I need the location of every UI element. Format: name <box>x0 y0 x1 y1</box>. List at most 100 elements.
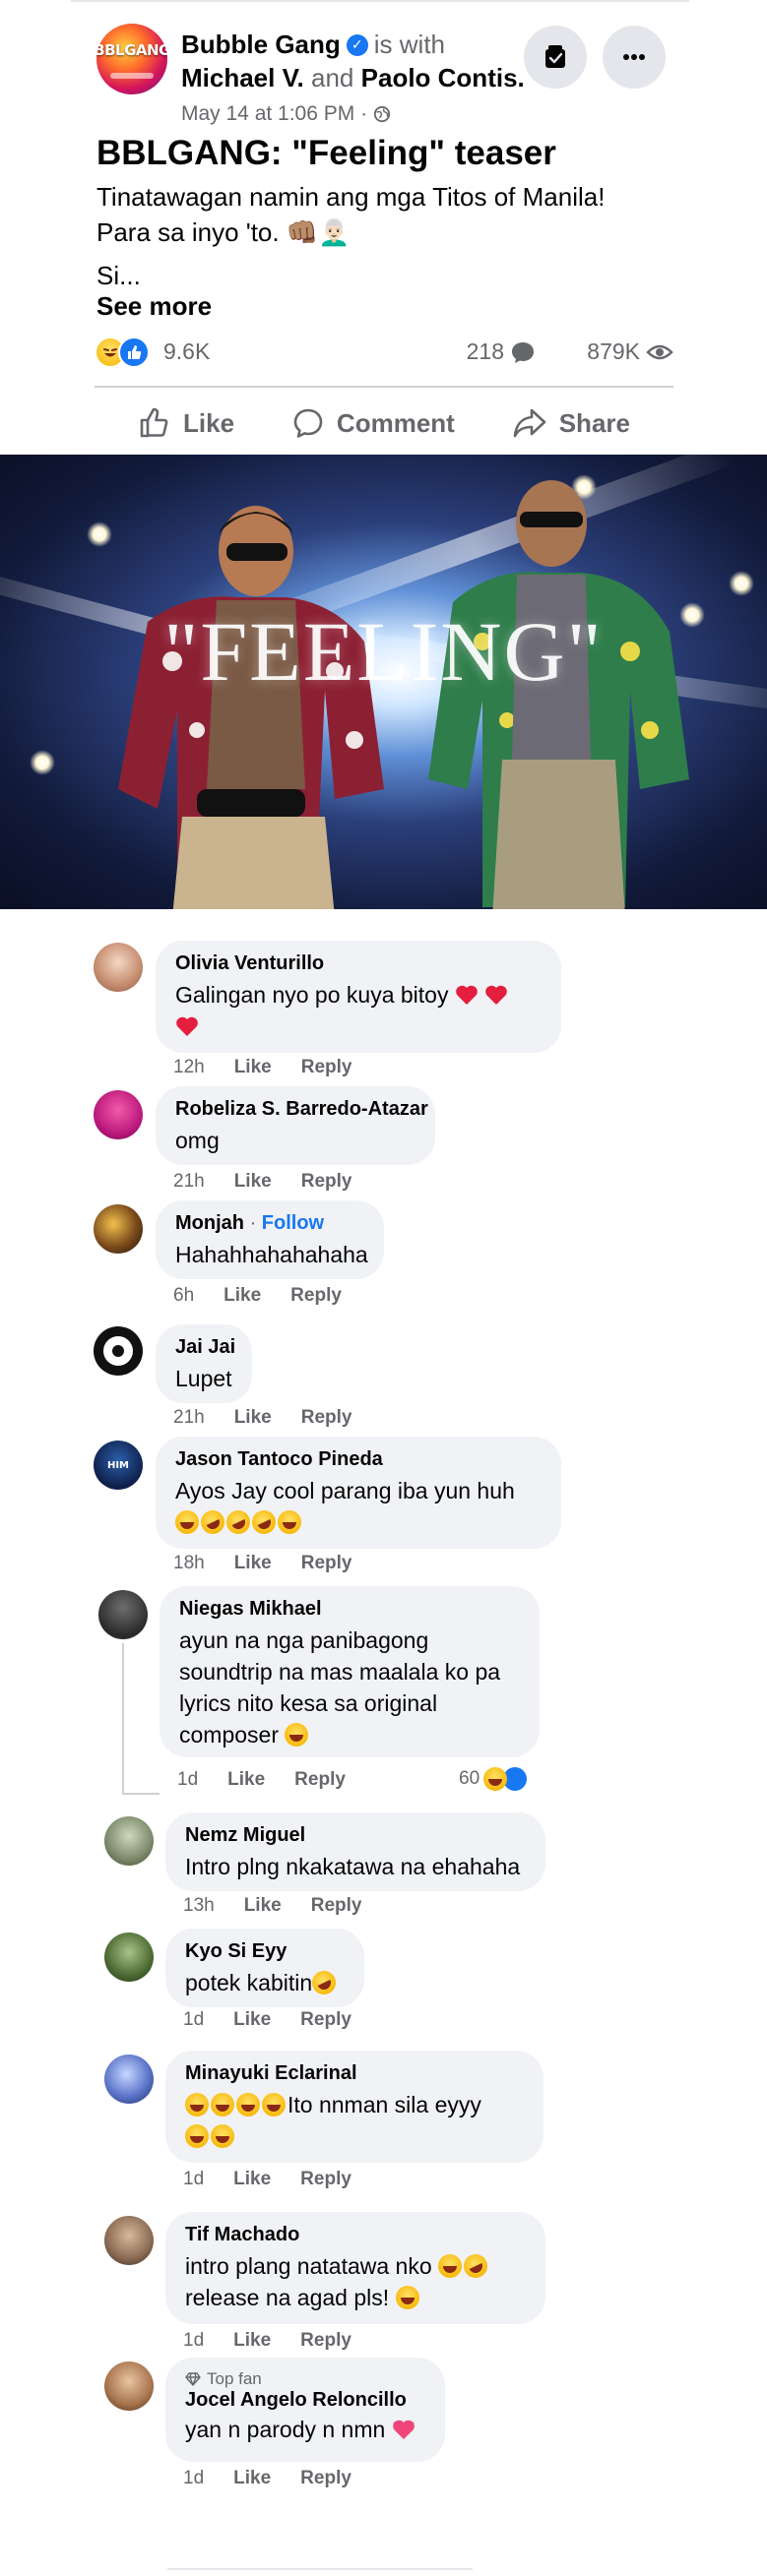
messenger-box-icon <box>545 45 565 68</box>
avatar[interactable] <box>98 1590 148 1639</box>
comment-meta: 1d Like Reply <box>183 2169 352 2190</box>
more-options-button[interactable] <box>603 26 666 89</box>
reaction-icons[interactable] <box>95 337 154 368</box>
comment-bubble: Minayuki Eclarinal Ito nnman sila eyyy <box>165 2051 543 2163</box>
comment-time[interactable]: 1d <box>183 2468 204 2489</box>
commenter-name[interactable]: Niegas Mikhael <box>179 1598 520 1621</box>
comment-meta: 1d Like Reply <box>177 1769 346 1791</box>
avatar[interactable]: HIM <box>94 1441 143 1490</box>
comment-reply-button[interactable]: Reply <box>290 1285 342 1307</box>
rolling-laughing-emoji-icon <box>248 1506 280 1538</box>
comment-text: Ayos Jay cool parang iba yun huh <box>175 1475 542 1538</box>
avatar[interactable] <box>94 943 143 992</box>
comment-like-button[interactable]: Like <box>244 1895 282 1917</box>
page-avatar[interactable]: BBLGANG <box>96 24 167 94</box>
tagged-person-2-link[interactable]: Paolo Contis. <box>361 63 525 92</box>
reactions-summary: 9.6K 218 879K <box>95 333 673 372</box>
comment-count[interactable]: 218 <box>467 338 536 365</box>
avatar[interactable] <box>94 1326 143 1376</box>
avatar[interactable] <box>94 1090 143 1139</box>
avatar[interactable] <box>94 1204 143 1254</box>
comment-like-button[interactable]: Like <box>224 1285 261 1307</box>
smiling-emoji-icon <box>285 1723 309 1747</box>
comment-reply-button[interactable]: Reply <box>300 2330 352 2352</box>
commenter-name[interactable]: Jason Tantoco Pineda <box>175 1448 542 1471</box>
follow-button[interactable]: Follow <box>262 1212 324 1234</box>
comment-like-button[interactable]: Like <box>234 1057 272 1078</box>
comment-text: Intro plng nkakatawa na ehahaha <box>185 1854 521 1879</box>
comment-time[interactable]: 1d <box>183 2009 204 2031</box>
share-button[interactable]: Share <box>512 394 630 453</box>
comment-reply-button[interactable]: Reply <box>311 1895 362 1917</box>
comment-bubble: Tif Machado intro plang natatawa nko rel… <box>165 2212 545 2324</box>
avatar[interactable] <box>104 2361 154 2411</box>
haha-reaction-icon <box>483 1767 508 1791</box>
comment-time[interactable]: 21h <box>173 1407 205 1429</box>
comment-like-button[interactable]: Like <box>233 2330 271 2352</box>
tagged-line: Michael V. and Paolo Contis. <box>181 63 525 93</box>
tagged-person-1-link[interactable]: Michael V. <box>181 63 304 92</box>
commenter-name[interactable]: Minayuki Eclarinal <box>185 2062 524 2085</box>
video-title-overlay: "FEELING" <box>163 604 604 699</box>
messenger-box-button[interactable] <box>524 26 587 89</box>
comment-time[interactable]: 1d <box>177 1769 198 1791</box>
comment-reply-button[interactable]: Reply <box>301 1553 352 1574</box>
comment-like-button[interactable]: Like <box>227 1769 265 1791</box>
comment-reply-button[interactable]: Reply <box>300 2169 352 2190</box>
comment-like-button[interactable]: Like <box>233 2169 271 2190</box>
avatar[interactable] <box>104 2216 154 2265</box>
commenter-name[interactable]: Nemz Miguel <box>185 1824 526 1847</box>
comment-time[interactable]: 13h <box>183 1895 215 1917</box>
commenter-name[interactable]: Tif Machado <box>185 2224 526 2246</box>
laughing-emoji-icon <box>175 1510 199 1534</box>
post-timestamp[interactable]: May 14 at 1:06 PM · <box>181 102 367 126</box>
commenter-name[interactable]: Monjah <box>175 1212 244 1234</box>
comment-time[interactable]: 6h <box>173 1285 194 1307</box>
avatar[interactable] <box>104 2055 154 2104</box>
separator-dot: · <box>249 1212 257 1234</box>
reaction-count[interactable]: 9.6K <box>163 338 210 365</box>
comment-time[interactable]: 21h <box>173 1171 205 1193</box>
share-button-label: Share <box>558 407 630 438</box>
comment-like-button[interactable]: Like <box>234 1553 272 1574</box>
comment-reply-button[interactable]: Reply <box>300 2009 352 2031</box>
comment-time[interactable]: 18h <box>173 1553 205 1574</box>
comment-like-button[interactable]: Like <box>233 2468 271 2489</box>
see-more-link[interactable]: See more <box>96 291 212 322</box>
comment-reply-button[interactable]: Reply <box>301 1171 352 1193</box>
comment-reply-button[interactable]: Reply <box>300 2468 352 2489</box>
like-button[interactable]: Like <box>138 394 234 453</box>
heart-icon <box>485 985 508 1005</box>
avatar-logo-text: BBLGANG <box>96 41 167 59</box>
comment-like-button[interactable]: Like <box>234 1407 272 1429</box>
comment-bubble: Monjah · Follow Hahahhahahahaha <box>156 1200 384 1279</box>
laughing-emoji-icon <box>185 2124 209 2148</box>
comment-reaction-badge[interactable]: 60 <box>459 1767 529 1791</box>
commenter-name[interactable]: Olivia Venturillo <box>175 952 542 975</box>
comment-text-content: potek kabitin <box>185 1970 313 1995</box>
rolling-laughing-emoji-icon <box>197 1506 228 1538</box>
commenter-name[interactable]: Kyo Si Eyy <box>185 1940 345 1963</box>
view-count-value: 879K <box>587 338 640 364</box>
comment-reply-button[interactable]: Reply <box>301 1057 352 1078</box>
comment-reply-button[interactable]: Reply <box>301 1407 352 1429</box>
commenter-name[interactable]: Jocel Angelo Reloncillo <box>185 2389 425 2412</box>
comment-time[interactable]: 12h <box>173 1057 205 1078</box>
comment-like-button[interactable]: Like <box>234 1171 272 1193</box>
comment-reply-button[interactable]: Reply <box>294 1769 346 1791</box>
comment-bubble: Olivia Venturillo Galingan nyo po kuya b… <box>156 941 561 1053</box>
avatar-ring <box>103 1336 133 1366</box>
commenter-name[interactable]: Jai Jai <box>175 1336 235 1359</box>
comment-button[interactable]: Comment <box>291 394 455 453</box>
comment-like-button[interactable]: Like <box>233 2009 271 2031</box>
comment-time[interactable]: 1d <box>183 2330 204 2352</box>
comment-time[interactable]: 1d <box>183 2169 204 2190</box>
comment-meta: 1d Like Reply <box>183 2330 352 2352</box>
video-player[interactable]: "FEELING" <box>0 455 767 909</box>
avatar[interactable] <box>104 1932 154 1982</box>
avatar[interactable] <box>104 1816 154 1866</box>
commenter-name[interactable]: Robeliza S. Barredo-Atazar <box>175 1098 428 1121</box>
comment-bubble: Jai Jai Lupet <box>156 1324 252 1403</box>
commenter-name-row: Monjah · Follow <box>175 1212 364 1235</box>
page-name-link[interactable]: Bubble Gang <box>181 30 341 60</box>
